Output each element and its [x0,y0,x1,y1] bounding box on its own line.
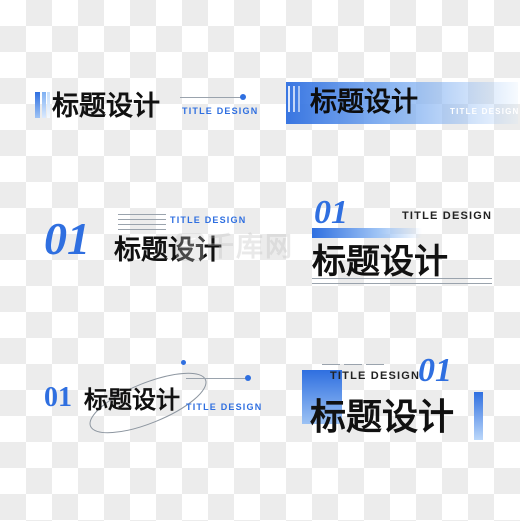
item-6-en-title: TITLE DESIGN [330,370,421,382]
item-6-cn-title: 标题设计 [310,397,455,437]
underline-decor [312,283,492,284]
item-5-cn-title: 标题设计 [84,388,180,414]
item-2-cn-title: 标题设计 [310,87,418,117]
stroke-decor [293,86,295,112]
item-3-number: 01 [44,213,90,264]
horizontal-rule-decor [180,97,242,98]
gradient-bar-decor [42,92,46,118]
item-4-en-title: TITLE DESIGN [402,210,493,222]
stacked-line-decor [118,219,166,220]
item-5-number: 01 [44,382,72,413]
item-1-cn-title: 标题设计 [52,91,160,121]
dot-decor [245,375,251,381]
title-item-2: 标题设计 TITLE DESIGN [268,80,520,150]
title-item-5: 01 标题设计 TITLE DESIGN [0,350,263,450]
underline-decor [312,278,492,279]
item-1-en-title: TITLE DESIGN [182,106,259,116]
gradient-bar-decor [47,92,50,118]
title-design-sheet: 标题设计 TITLE DESIGN 标题设计 TITLE DESIGN 01 T… [0,0,520,521]
tick-line-decor [344,364,362,365]
item-2-en-title: TITLE DESIGN [450,107,520,116]
item-3-cn-title: 标题设计 [114,235,222,265]
stroke-decor [298,86,300,112]
stroke-decor [288,86,290,112]
title-item-4: 01 TITLE DESIGN 标题设计 [268,190,520,284]
title-item-3: 01 TITLE DESIGN 标题设计 [0,196,260,276]
horizontal-rule-decor [186,378,248,379]
item-6-number: 01 [418,352,452,389]
tick-line-decor [322,364,340,365]
stacked-line-decor [118,224,166,225]
item-4-number: 01 [314,194,348,231]
gradient-bar-decor [474,392,483,440]
title-item-1: 标题设计 TITLE DESIGN [0,80,260,150]
dot-decor [181,360,186,365]
item-5-en-title: TITLE DESIGN [186,402,263,412]
tick-line-decor [366,364,384,365]
item-4-cn-title: 标题设计 [312,244,448,281]
item-3-en-title: TITLE DESIGN [170,215,247,225]
gradient-bar-decor [35,92,40,118]
stacked-line-decor [118,214,166,215]
dot-decor [240,94,246,100]
title-item-6: TITLE DESIGN 01 标题设计 [268,350,520,450]
